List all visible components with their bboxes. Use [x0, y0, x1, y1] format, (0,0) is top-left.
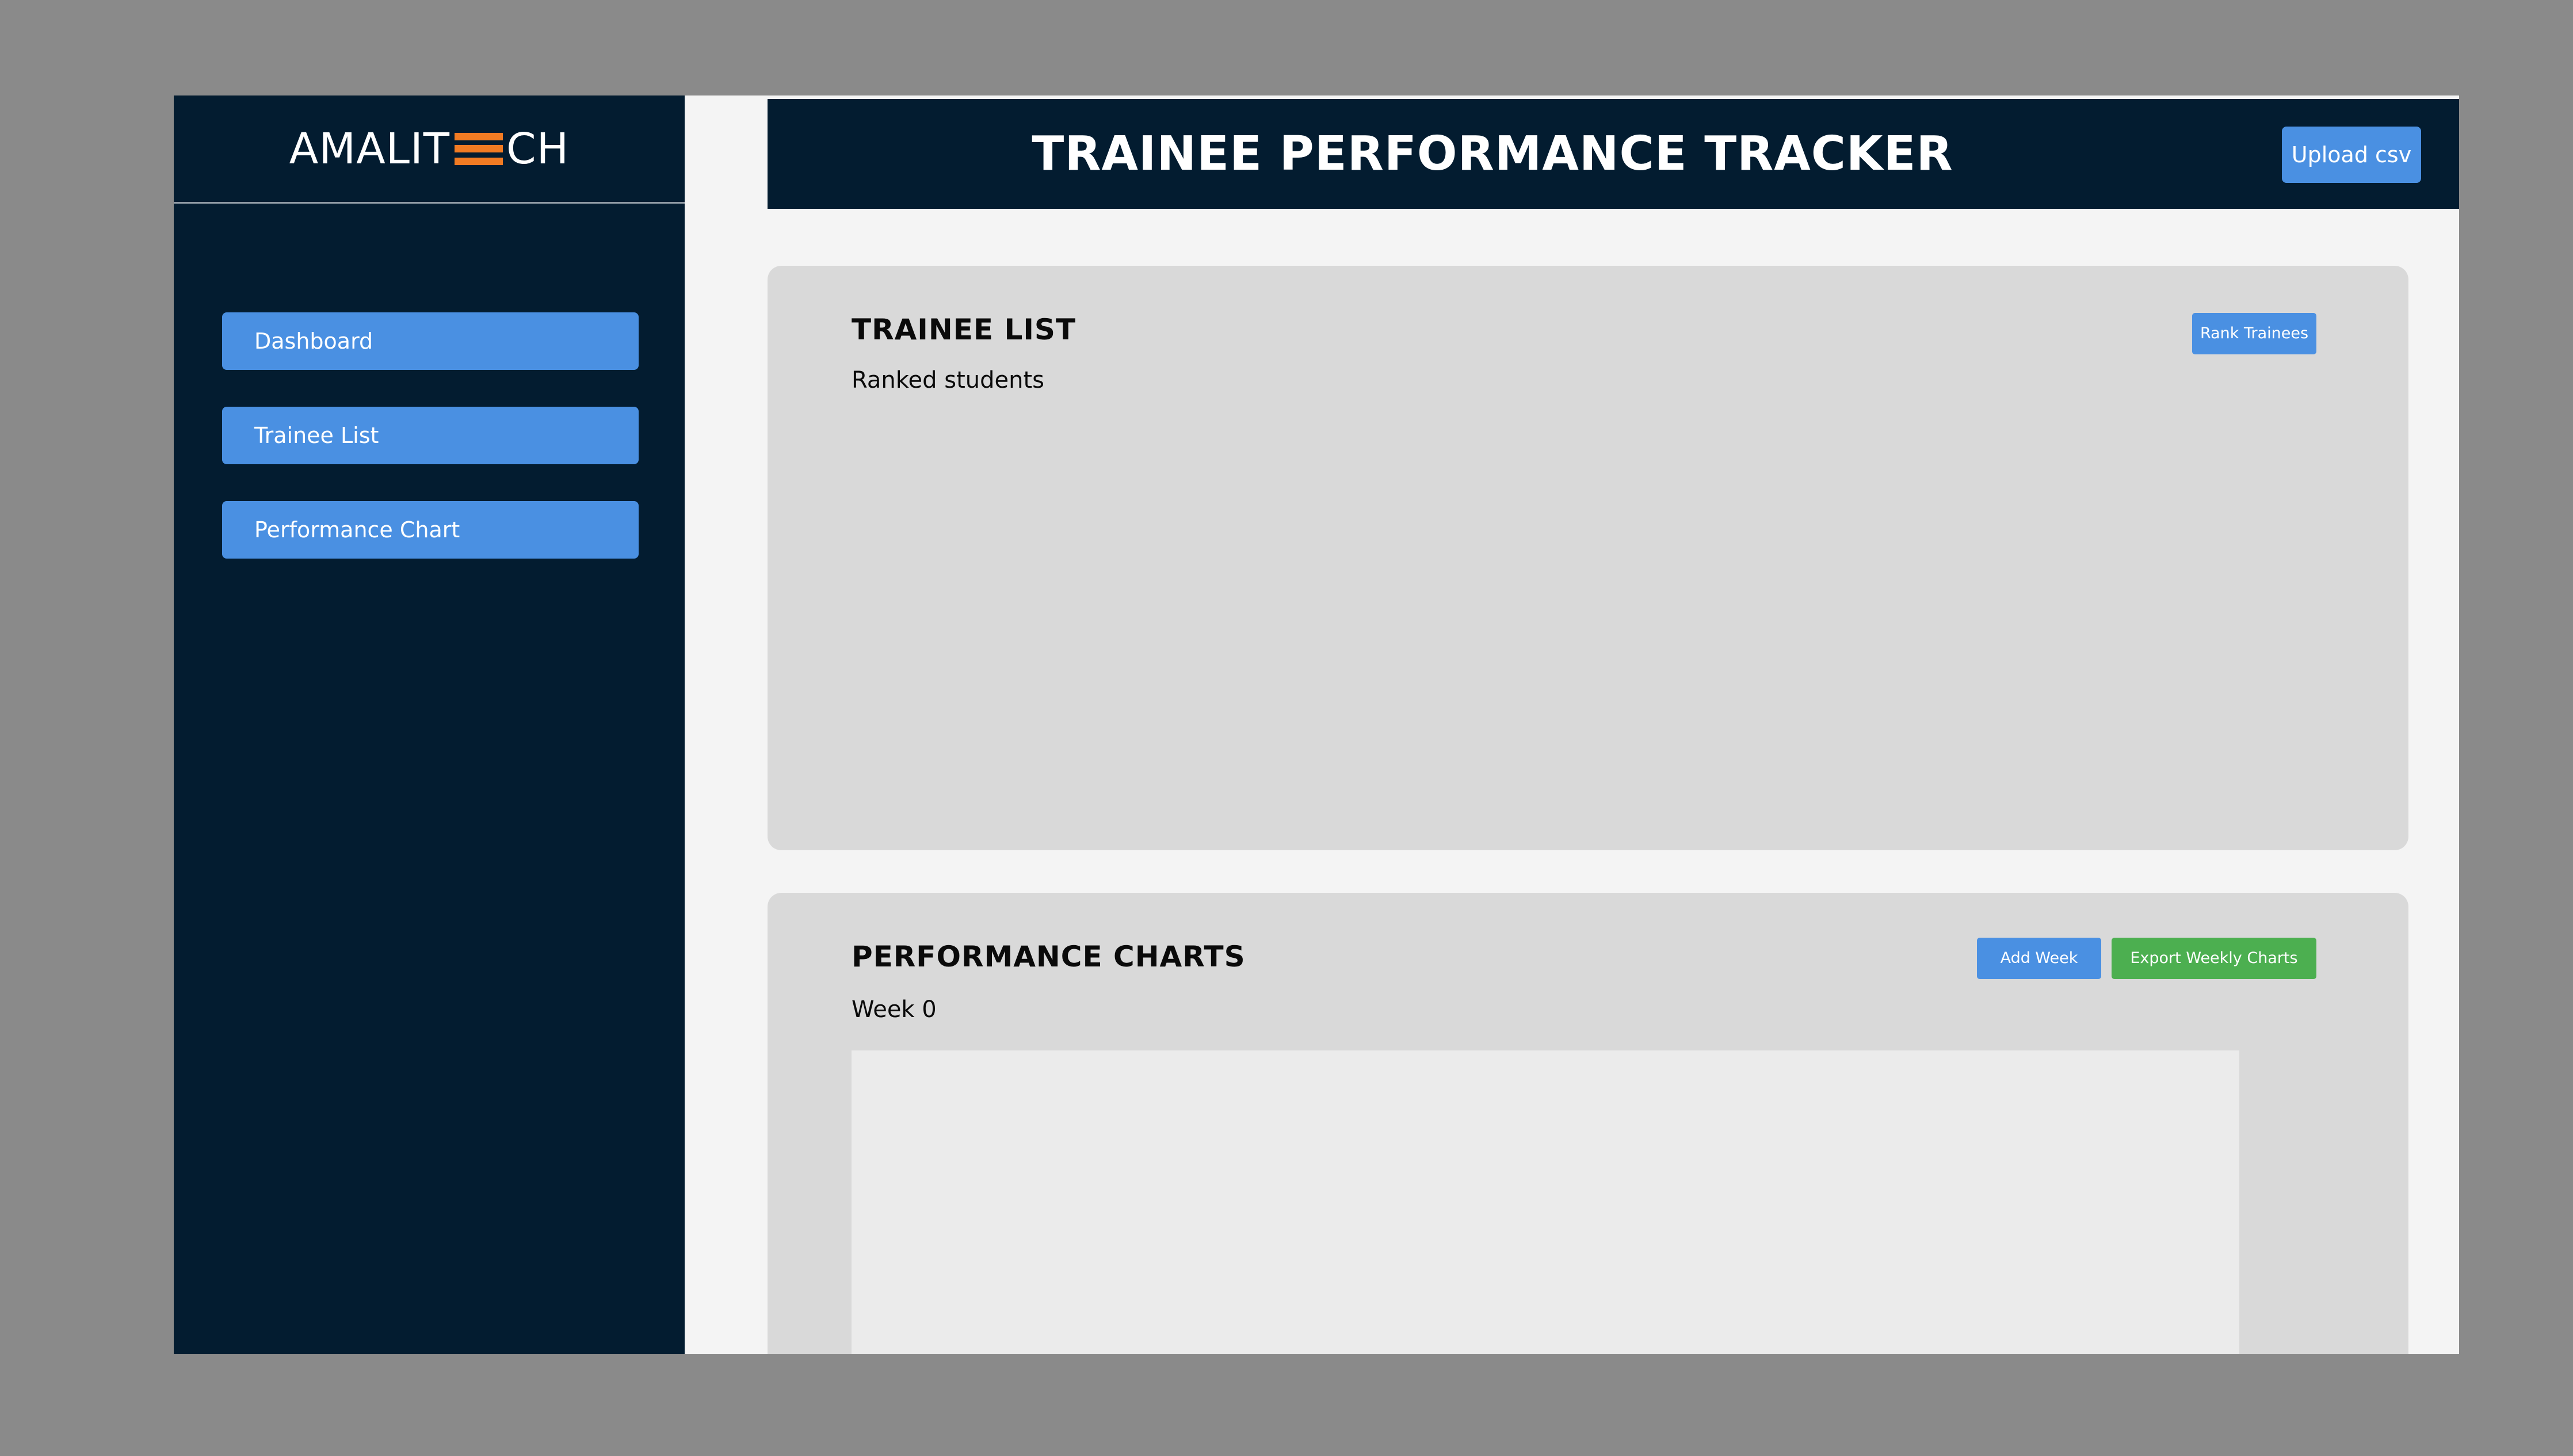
sidebar-item-trainee-list[interactable]: Trainee List: [222, 407, 639, 464]
trainee-list-title: TRAINEE LIST: [852, 313, 1076, 346]
sidebar-item-performance-chart[interactable]: Performance Chart: [222, 501, 639, 559]
export-weekly-charts-button[interactable]: Export Weekly Charts: [2112, 938, 2316, 979]
logo-e-mark-icon: [455, 132, 503, 165]
performance-charts-title: PERFORMANCE CHARTS: [852, 940, 1246, 973]
performance-charts-card: PERFORMANCE CHARTS Week 0 Add Week Expor…: [768, 893, 2408, 1354]
add-week-button[interactable]: Add Week: [1977, 938, 2101, 979]
chart-canvas: [852, 1050, 2239, 1354]
sidebar-nav: Dashboard Trainee List Performance Chart: [222, 312, 639, 595]
page-title: TRAINEE PERFORMANCE TRACKER: [1032, 127, 1953, 181]
sidebar-item-label: Trainee List: [254, 423, 379, 448]
week-label: Week 0: [852, 996, 937, 1023]
sidebar-item-label: Performance Chart: [254, 517, 460, 542]
logo-text-left: AMALIT: [289, 124, 451, 174]
sidebar: AMALIT CH Dashboard Trainee List Perform…: [174, 95, 685, 1354]
page-header: TRAINEE PERFORMANCE TRACKER Upload csv: [768, 99, 2459, 209]
app-window: AMALIT CH Dashboard Trainee List Perform…: [174, 95, 2459, 1354]
logo-area: AMALIT CH: [174, 95, 685, 204]
main-content: TRAINEE PERFORMANCE TRACKER Upload csv T…: [685, 95, 2459, 1354]
upload-csv-button[interactable]: Upload csv: [2282, 127, 2421, 183]
sidebar-item-label: Dashboard: [254, 328, 373, 354]
rank-trainees-button[interactable]: Rank Trainees: [2192, 313, 2316, 354]
trainee-list-card: TRAINEE LIST Ranked students Rank Traine…: [768, 266, 2408, 850]
trainee-list-subtitle: Ranked students: [852, 367, 1044, 393]
logo-text-right: CH: [506, 124, 570, 174]
sidebar-item-dashboard[interactable]: Dashboard: [222, 312, 639, 370]
amalitech-logo: AMALIT CH: [289, 124, 570, 174]
